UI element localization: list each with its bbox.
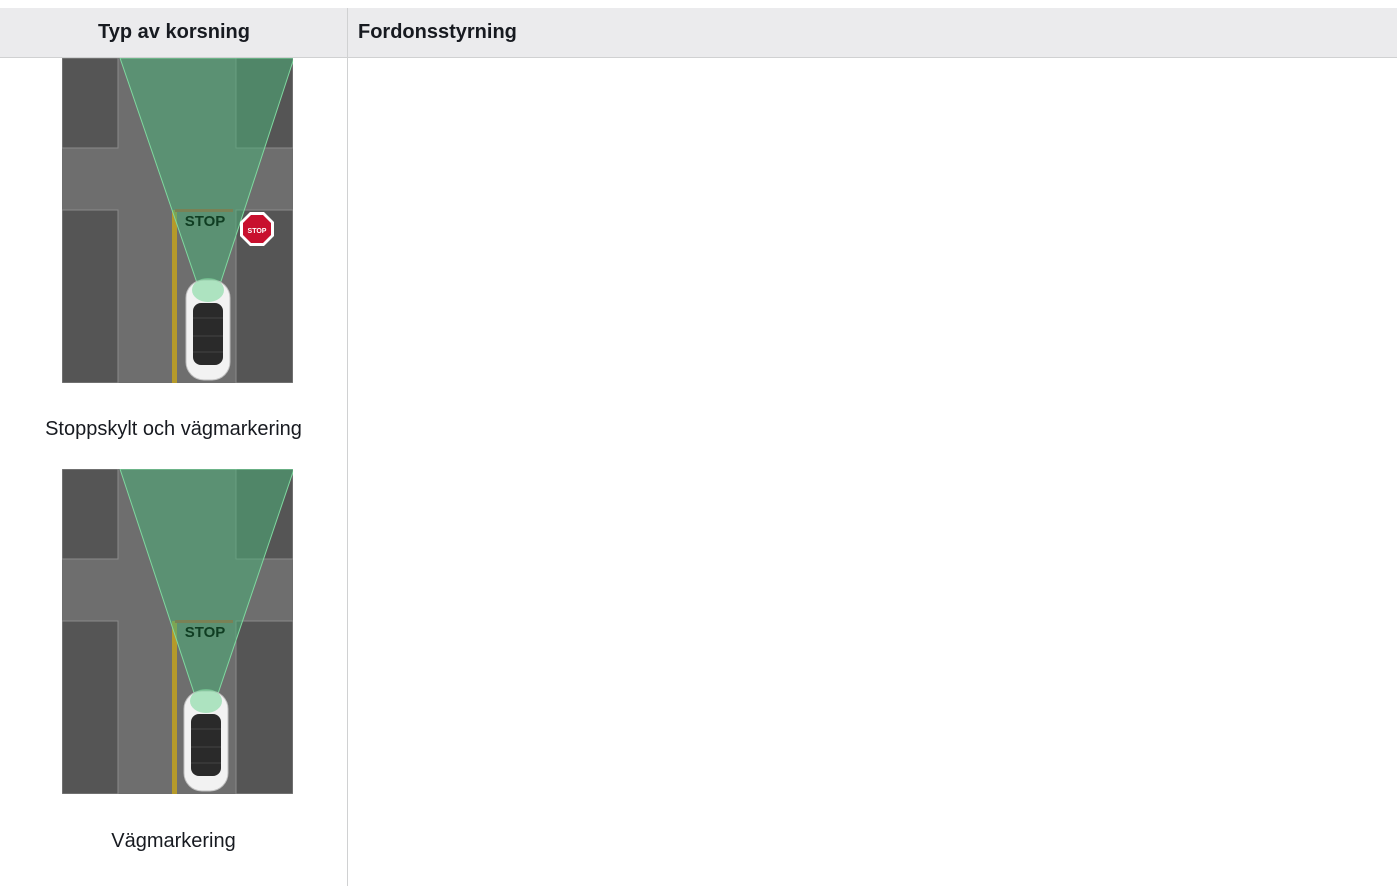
- block-bottom-left: [62, 620, 119, 794]
- stop-sign-icon: STOP: [240, 212, 274, 246]
- header-intersection-type: Typ av korsning: [98, 21, 250, 43]
- block-top-left: [62, 58, 119, 149]
- road-stop-text: STOP: [185, 213, 226, 230]
- table-header: Typ av korsning Fordonsstyrning: [0, 8, 1397, 58]
- car-icon: [185, 278, 231, 381]
- block-bottom-left: [62, 209, 119, 383]
- car-icon: [183, 689, 229, 792]
- intersection-table: Typ av korsning Fordonsstyrning STOP STO…: [0, 8, 1397, 886]
- center-line: [172, 621, 177, 794]
- block-top-left: [62, 469, 119, 560]
- block-bottom-right: [235, 620, 293, 794]
- column-divider: [347, 8, 348, 886]
- row-caption: Stoppskylt och vägmarkering: [45, 418, 302, 440]
- stop-sign-and-marking-illustration: STOP STOP: [62, 58, 293, 383]
- row-caption: Vägmarkering: [111, 830, 236, 852]
- road-stop-text: STOP: [185, 624, 226, 641]
- road-marking-illustration: STOP: [62, 469, 293, 794]
- stop-sign-text: STOP: [248, 228, 267, 235]
- center-line: [172, 210, 177, 383]
- header-vehicle-control: Fordonsstyrning: [358, 21, 517, 43]
